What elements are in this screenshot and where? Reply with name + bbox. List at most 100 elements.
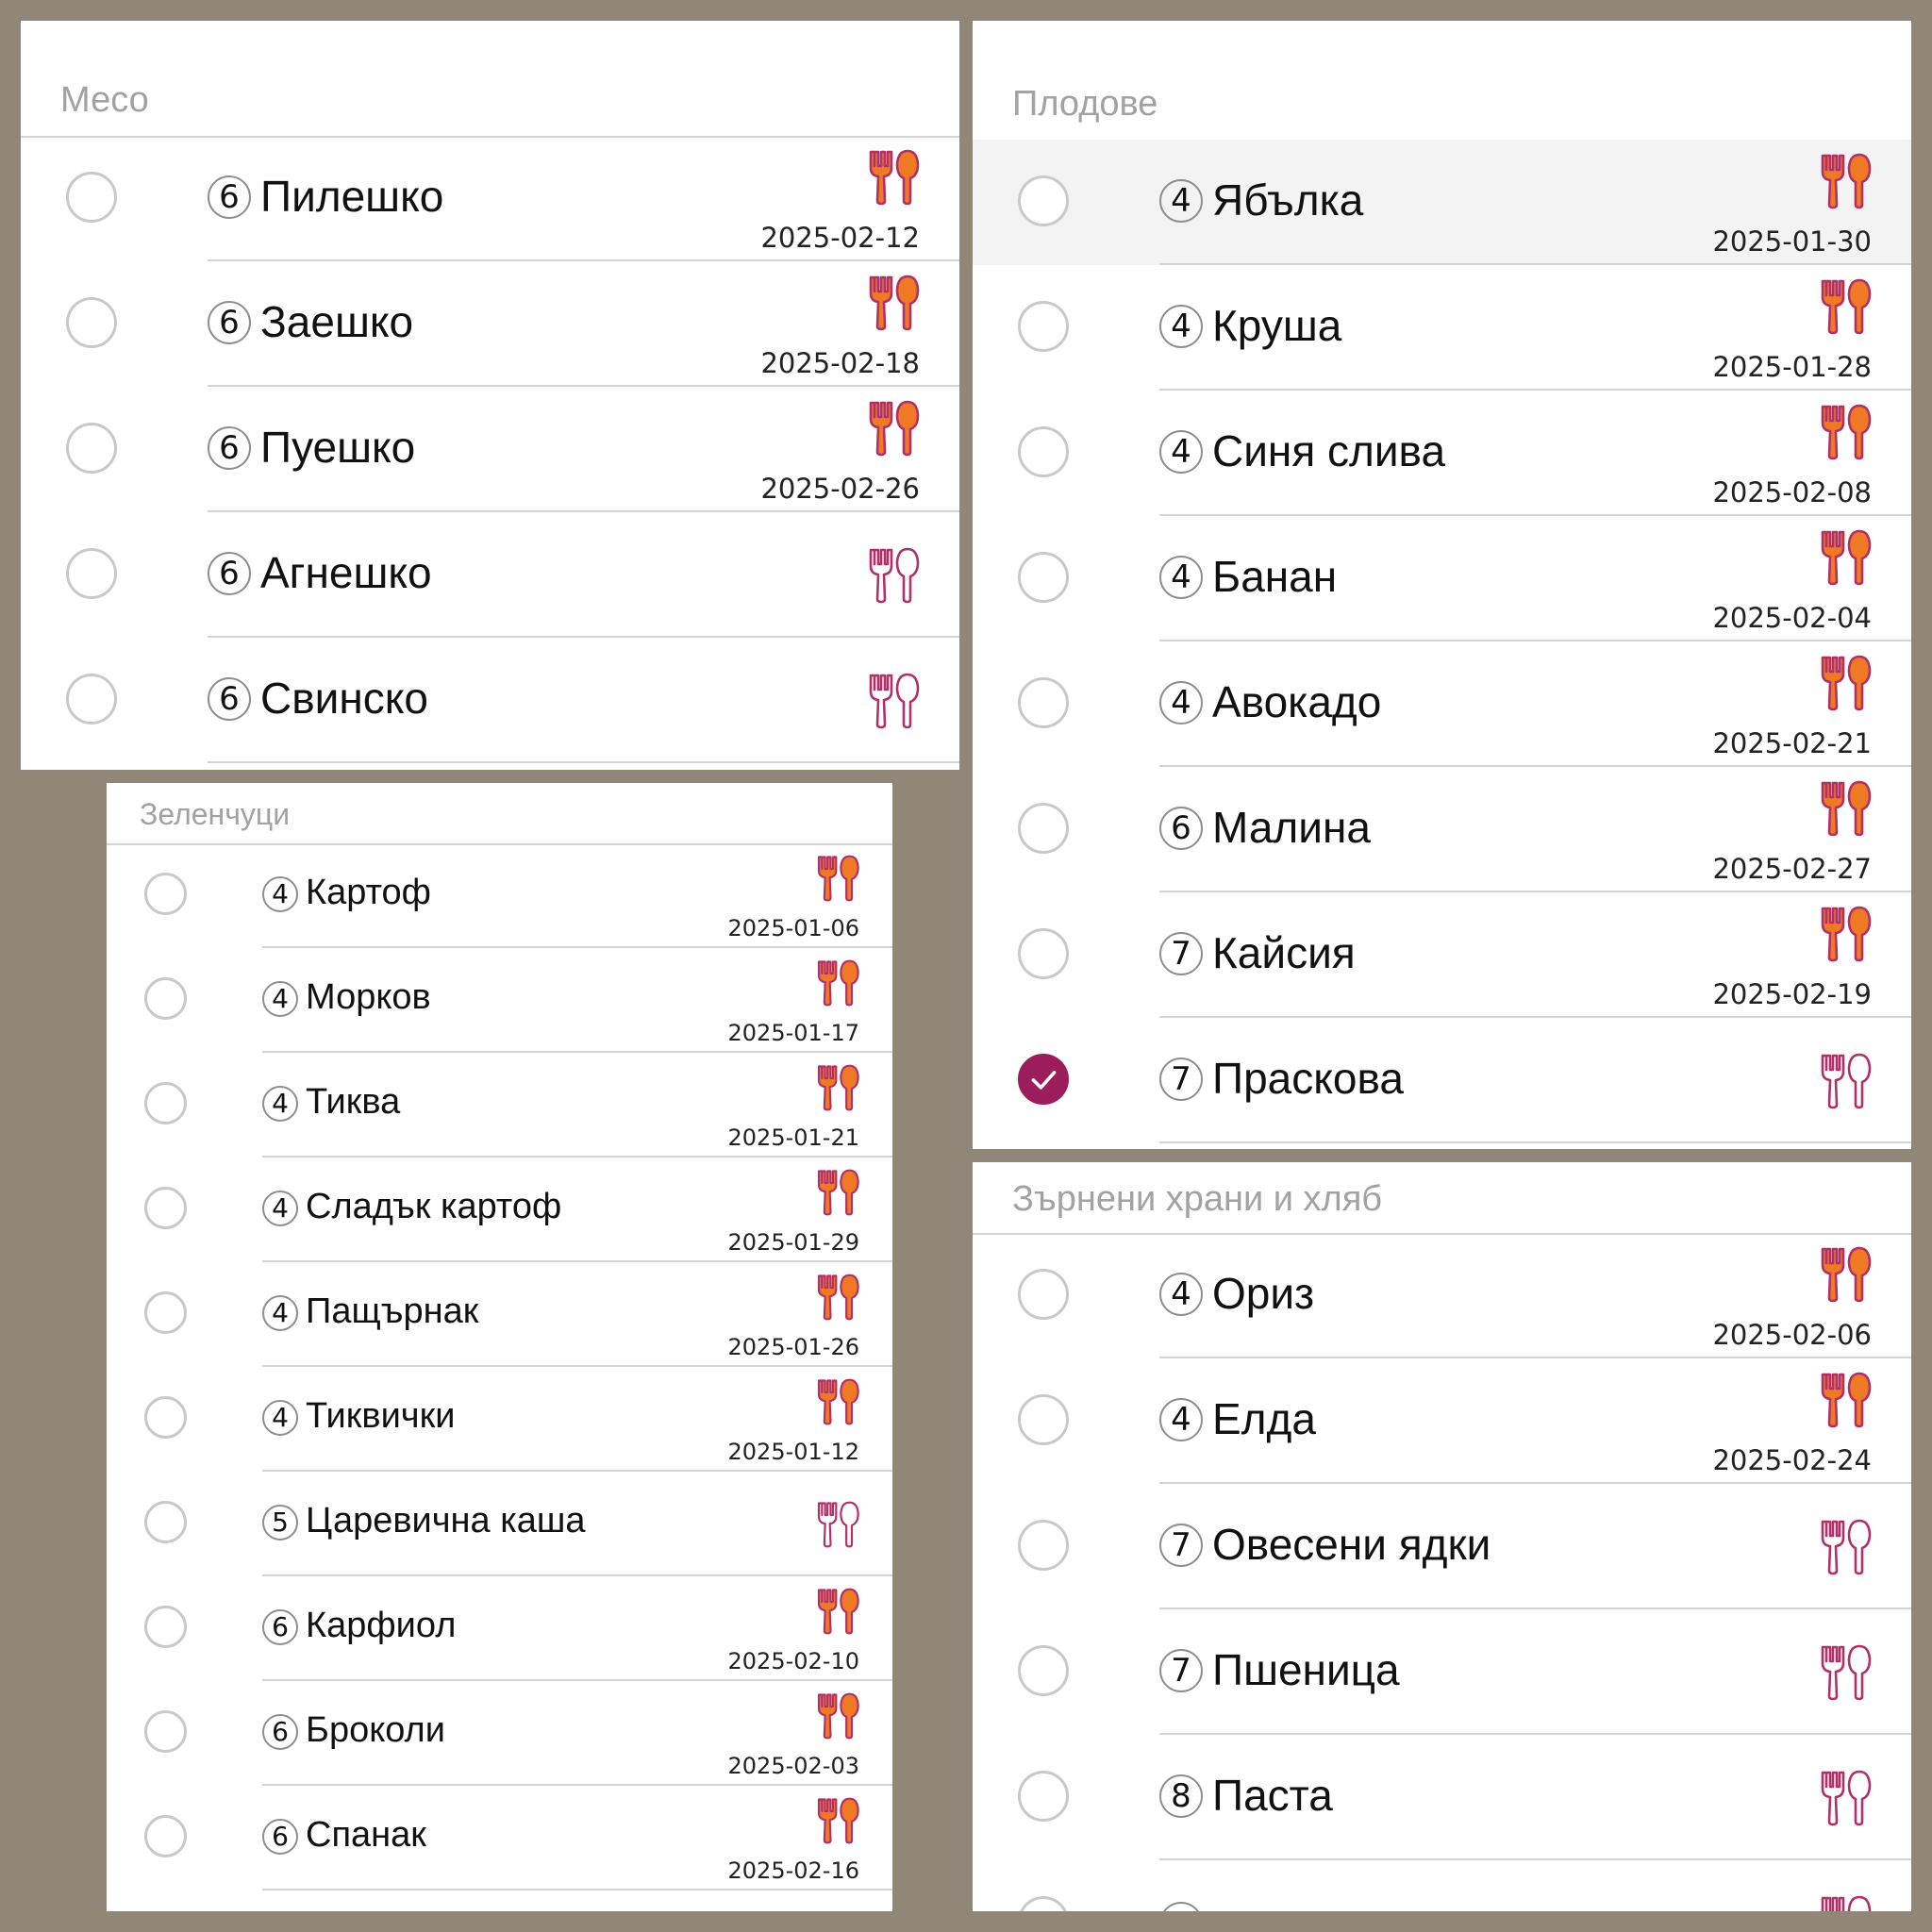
select-radio[interactable] bbox=[144, 873, 187, 915]
fork-spoon-filled-icon bbox=[814, 1692, 861, 1740]
food-name: Овесени ядки bbox=[1212, 1520, 1491, 1569]
food-name: Банан bbox=[1212, 552, 1338, 601]
food-list-item[interactable]: 5 Царевична каша bbox=[107, 1472, 892, 1576]
food-name: Праскова bbox=[1212, 1054, 1404, 1103]
select-radio[interactable] bbox=[66, 674, 117, 724]
tried-date: 2025-02-12 bbox=[760, 222, 920, 254]
food-list-item[interactable]: 4 Морков 2025-01-17 bbox=[107, 948, 892, 1053]
food-list-item[interactable]: 4 Авокадо 2025-02-21 bbox=[973, 641, 1911, 767]
food-list-item[interactable]: 7 Праскова bbox=[973, 1018, 1911, 1143]
food-name: Спанак bbox=[306, 1815, 426, 1855]
fork-spoon-filled-icon bbox=[814, 959, 861, 1007]
select-radio[interactable] bbox=[66, 172, 117, 223]
food-list-item[interactable]: 4 Сладък картоф 2025-01-29 bbox=[107, 1158, 892, 1262]
age-month-badge bbox=[1159, 1902, 1203, 1911]
food-list-item[interactable]: 4 Ябълка 2025-01-30 bbox=[973, 140, 1911, 265]
select-radio[interactable] bbox=[1018, 1394, 1069, 1445]
age-month-badge: 7 bbox=[1159, 1524, 1203, 1567]
select-radio[interactable] bbox=[144, 1501, 187, 1543]
age-month-badge: 4 bbox=[262, 876, 298, 912]
select-radio[interactable] bbox=[1018, 1896, 1069, 1911]
food-list-item[interactable]: 6 Броколи 2025-02-03 bbox=[107, 1681, 892, 1786]
food-name: Царевична каша bbox=[306, 1501, 586, 1541]
age-month-badge: 6 bbox=[208, 426, 251, 470]
select-radio[interactable] bbox=[144, 977, 187, 1020]
select-radio[interactable] bbox=[144, 1187, 187, 1229]
select-radio[interactable] bbox=[1018, 1520, 1069, 1571]
food-list-item[interactable] bbox=[973, 1860, 1911, 1911]
fork-spoon-filled-icon bbox=[814, 1378, 861, 1425]
tried-date: 2025-02-21 bbox=[1712, 727, 1872, 759]
food-list-item[interactable]: 4 Банан 2025-02-04 bbox=[973, 516, 1911, 641]
select-radio[interactable] bbox=[1018, 677, 1069, 728]
food-list-item[interactable]: 4 Синя слива 2025-02-08 bbox=[973, 391, 1911, 516]
tried-date: 2025-01-30 bbox=[1712, 225, 1872, 258]
category-panel-meso: Месо 6 Пилешко 2025-02-12 6 Заешко 2025-02-18 6… bbox=[21, 21, 959, 770]
tried-date: 2025-02-03 bbox=[727, 1753, 859, 1779]
select-radio[interactable] bbox=[144, 1082, 187, 1124]
food-list-item[interactable]: 6 Пуешко 2025-02-26 bbox=[21, 387, 959, 512]
age-month-badge: 4 bbox=[1159, 681, 1203, 724]
food-list-item[interactable]: 7 Кайсия 2025-02-19 bbox=[973, 892, 1911, 1018]
food-list-item[interactable]: 4 Пащърнак 2025-01-26 bbox=[107, 1262, 892, 1367]
age-month-badge: 6 bbox=[262, 1714, 298, 1750]
food-list-item[interactable]: 8 Паста bbox=[973, 1735, 1911, 1860]
fork-spoon-filled-icon bbox=[1817, 404, 1874, 460]
food-list-item[interactable]: 6 Малина 2025-02-27 bbox=[973, 767, 1911, 892]
select-radio[interactable] bbox=[144, 1396, 187, 1439]
food-list-item[interactable]: 6 Свинско bbox=[21, 638, 959, 763]
select-radio[interactable] bbox=[1018, 803, 1069, 854]
fork-spoon-outline-icon bbox=[1817, 1644, 1874, 1701]
food-list-item[interactable]: 4 Тиква 2025-01-21 bbox=[107, 1053, 892, 1158]
food-list-item[interactable]: 4 Картоф 2025-01-06 bbox=[107, 843, 892, 948]
fork-spoon-filled-icon bbox=[814, 1274, 861, 1321]
fork-spoon-filled-icon bbox=[1817, 1246, 1874, 1303]
select-radio[interactable] bbox=[1018, 1645, 1069, 1696]
age-month-badge: 4 bbox=[262, 981, 298, 1017]
select-radio[interactable] bbox=[1018, 426, 1069, 477]
category-panel-zelenchutsi: Зеленчуци 4 Картоф 2025-01-06 4 Морков 2025-01… bbox=[107, 783, 892, 1911]
food-list-item[interactable]: 6 Пилешко 2025-02-12 bbox=[21, 136, 959, 261]
food-list-item[interactable]: 6 Спанак 2025-02-16 bbox=[107, 1786, 892, 1890]
fork-spoon-filled-icon bbox=[1817, 153, 1874, 209]
food-list-item[interactable]: 4 Тиквички 2025-01-12 bbox=[107, 1367, 892, 1472]
select-radio[interactable] bbox=[144, 1710, 187, 1753]
tried-date: 2025-02-10 bbox=[727, 1648, 859, 1674]
select-radio[interactable] bbox=[144, 1606, 187, 1648]
food-list-item[interactable]: 6 Карфиол 2025-02-10 bbox=[107, 1576, 892, 1681]
select-radio[interactable] bbox=[1018, 175, 1069, 226]
select-radio[interactable] bbox=[144, 1815, 187, 1857]
age-month-badge: 4 bbox=[1159, 305, 1203, 348]
tried-date: 2025-01-12 bbox=[727, 1439, 859, 1465]
select-radio[interactable] bbox=[1018, 301, 1069, 352]
food-name: Синя слива bbox=[1212, 426, 1446, 475]
select-radio[interactable] bbox=[66, 423, 117, 474]
panel-title: Зеленчуци bbox=[140, 797, 291, 831]
select-radio[interactable] bbox=[144, 1291, 187, 1334]
food-list-item[interactable]: 7 Овесени ядки bbox=[973, 1484, 1911, 1609]
select-radio[interactable] bbox=[1018, 1771, 1069, 1822]
tried-date: 2025-01-17 bbox=[727, 1020, 859, 1046]
age-month-badge: 6 bbox=[208, 301, 251, 344]
food-list-item[interactable]: 6 Агнешко bbox=[21, 512, 959, 638]
food-list-item[interactable]: 4 Елда 2025-02-24 bbox=[973, 1358, 1911, 1484]
fork-spoon-filled-icon bbox=[814, 1588, 861, 1635]
tried-date: 2025-02-04 bbox=[1712, 602, 1872, 634]
fork-spoon-filled-icon bbox=[1817, 780, 1874, 837]
food-list-item[interactable]: 6 Заешко 2025-02-18 bbox=[21, 261, 959, 387]
food-name: Пащърнак bbox=[306, 1291, 479, 1331]
select-radio[interactable] bbox=[66, 297, 117, 348]
select-radio[interactable] bbox=[66, 548, 117, 599]
select-radio[interactable] bbox=[1018, 1054, 1069, 1105]
select-radio[interactable] bbox=[1018, 928, 1069, 979]
tried-date: 2025-02-27 bbox=[1712, 853, 1872, 885]
panel-title: Плодове bbox=[1012, 84, 1158, 124]
select-radio[interactable] bbox=[1018, 552, 1069, 603]
food-list-item[interactable]: 7 Пшеница bbox=[973, 1609, 1911, 1735]
food-list-item[interactable]: 4 Круша 2025-01-28 bbox=[973, 265, 1911, 391]
select-radio[interactable] bbox=[1018, 1269, 1069, 1320]
age-month-badge: 6 bbox=[208, 552, 251, 595]
age-month-badge: 6 bbox=[1159, 807, 1203, 850]
fork-spoon-outline-icon bbox=[1817, 1519, 1874, 1575]
food-list-item[interactable]: 4 Ориз 2025-02-06 bbox=[973, 1233, 1911, 1358]
